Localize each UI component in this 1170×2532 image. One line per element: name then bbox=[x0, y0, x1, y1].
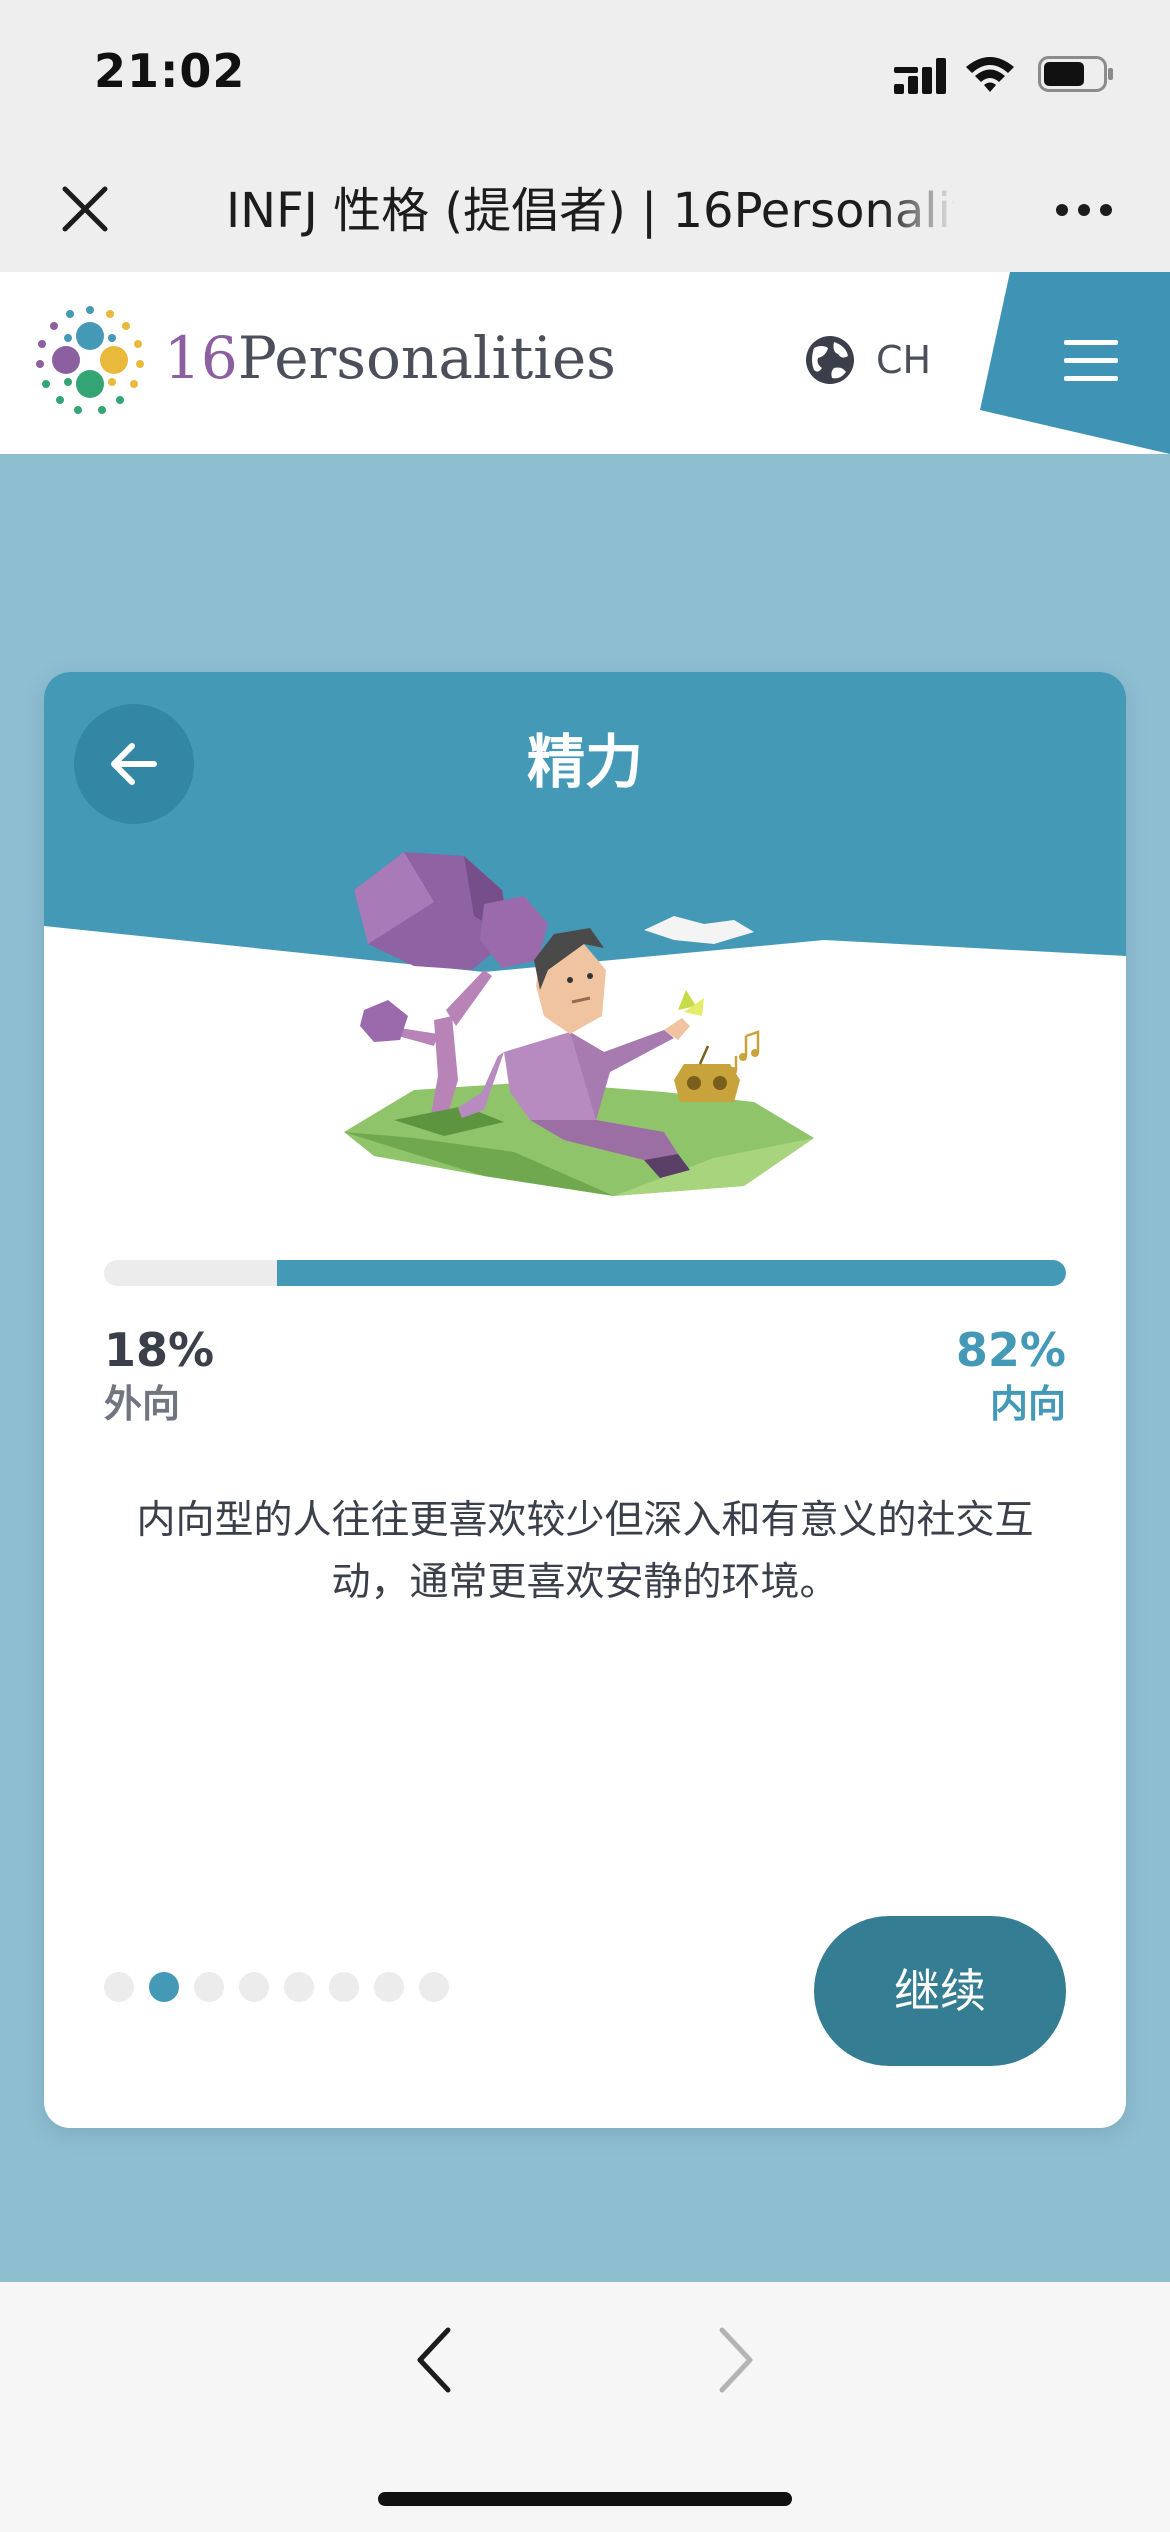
battery-icon bbox=[1038, 56, 1113, 92]
close-icon[interactable] bbox=[60, 184, 110, 234]
logo-wordmark[interactable]: 16Personalities bbox=[164, 318, 616, 398]
chevron-left-icon[interactable] bbox=[406, 2322, 462, 2398]
more-icon[interactable] bbox=[1054, 198, 1114, 222]
page-tab-title: INFJ 性格 (提倡者) | 16Personalities bbox=[226, 183, 956, 239]
pager-dot[interactable] bbox=[149, 1972, 179, 2002]
pager-dot[interactable] bbox=[104, 1972, 134, 2002]
extravert-percent: 18% bbox=[104, 1323, 215, 1377]
browser-bottom-bar bbox=[0, 2282, 1170, 2532]
trait-description: 内向型的人往往更喜欢较少但深入和有意义的社交互动，通常更喜欢安静的环境。 bbox=[136, 1498, 1034, 1605]
trait-progress-fill bbox=[277, 1260, 1066, 1286]
card-title: 精力 bbox=[526, 728, 643, 796]
pager-dot[interactable] bbox=[284, 1972, 314, 2002]
pager-dot[interactable] bbox=[374, 1972, 404, 2002]
browser-nav-bar: INFJ 性格 (提倡者) | 16Personalities bbox=[0, 150, 1170, 272]
chevron-right-icon[interactable] bbox=[708, 2322, 764, 2398]
extravert-label: 外向 bbox=[104, 1382, 181, 1426]
result-card: 精力 18% 外向 82% 内向 内向型的人往往更喜欢较少但深入和有意义的社交互… bbox=[44, 672, 1126, 2128]
pager-dot[interactable] bbox=[329, 1972, 359, 2002]
signal-icon bbox=[894, 58, 946, 94]
logo-mark-icon[interactable] bbox=[32, 302, 150, 420]
trait-progress-bar bbox=[104, 1260, 1066, 1286]
logo-number: 16 bbox=[164, 324, 238, 392]
pager-dot[interactable] bbox=[194, 1972, 224, 2002]
status-time: 21:02 bbox=[94, 44, 246, 98]
menu-icon[interactable] bbox=[1064, 338, 1118, 384]
continue-button[interactable]: 继续 bbox=[814, 1916, 1066, 2066]
pager-dot[interactable] bbox=[419, 1972, 449, 2002]
wifi-icon bbox=[966, 57, 1014, 92]
globe-icon[interactable] bbox=[804, 334, 856, 386]
site-header: 16Personalities CH bbox=[0, 272, 1170, 454]
language-selector[interactable]: CH bbox=[876, 332, 931, 388]
status-bar: 21:02 bbox=[0, 0, 1170, 150]
home-indicator bbox=[378, 2492, 792, 2506]
logo-word: Personalities bbox=[237, 324, 616, 392]
introvert-percent: 82% bbox=[955, 1323, 1066, 1377]
pager-dot[interactable] bbox=[239, 1972, 269, 2002]
introvert-label: 内向 bbox=[989, 1382, 1066, 1426]
introvert-illustration bbox=[344, 852, 814, 1196]
